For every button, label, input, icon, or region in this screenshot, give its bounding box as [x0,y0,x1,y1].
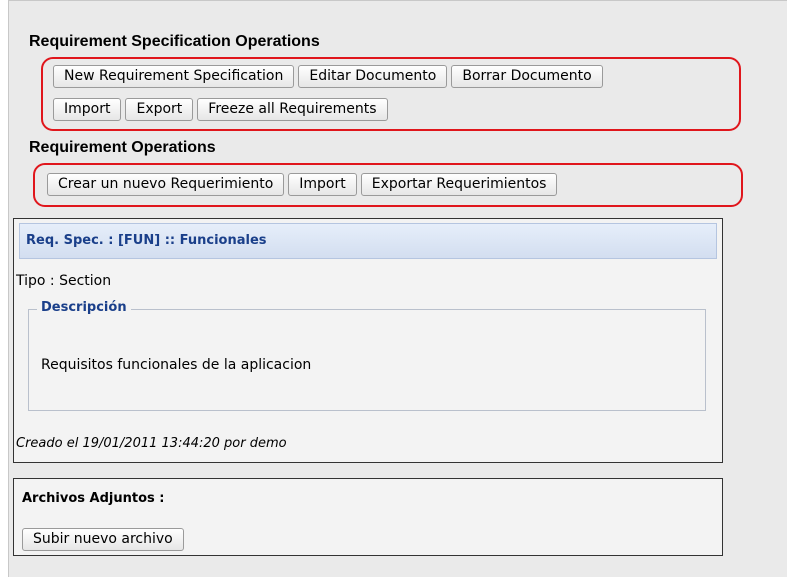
req-ops-row: Crear un nuevo Requerimiento Import Expo… [47,173,558,196]
delete-document-button[interactable]: Borrar Documento [451,65,603,88]
import-spec-button[interactable]: Import [53,98,122,121]
attachments-box: Archivos Adjuntos : Subir nuevo archivo [13,478,723,556]
attachments-title: Archivos Adjuntos : [22,491,165,506]
upload-file-button[interactable]: Subir nuevo archivo [22,528,184,551]
req-spec-ops-title: Requirement Specification Operations [29,33,320,50]
description-text: Requisitos funcionales de la aplicacion [41,357,312,373]
req-spec-ops-row-1: New Requirement Specification Editar Doc… [53,65,603,88]
spec-header-title: Req. Spec. : [FUN] :: Funcionales [26,233,267,248]
create-requirement-button[interactable]: Crear un nuevo Requerimiento [47,173,285,196]
main-panel: Requirement Specification Operations New… [8,0,787,577]
created-info: Creado el 19/01/2011 13:44:20 por demo [16,436,287,451]
freeze-requirements-button[interactable]: Freeze all Requirements [197,98,388,121]
new-req-spec-button[interactable]: New Requirement Specification [53,65,295,88]
req-ops-title: Requirement Operations [29,139,216,156]
req-spec-ops-row-2: Import Export Freeze all Requirements [53,98,388,121]
edit-document-button[interactable]: Editar Documento [298,65,448,88]
description-legend: Descripción [37,300,131,315]
spec-type: Tipo : Section [16,273,112,289]
export-spec-button[interactable]: Export [125,98,194,121]
spec-detail-box: Req. Spec. : [FUN] :: Funcionales Tipo :… [13,218,723,463]
description-fieldset: Descripción Requisitos funcionales de la… [28,300,706,411]
import-requirements-button[interactable]: Import [288,173,357,196]
export-requirements-button[interactable]: Exportar Requerimientos [360,173,558,196]
spec-header: Req. Spec. : [FUN] :: Funcionales [19,223,717,259]
